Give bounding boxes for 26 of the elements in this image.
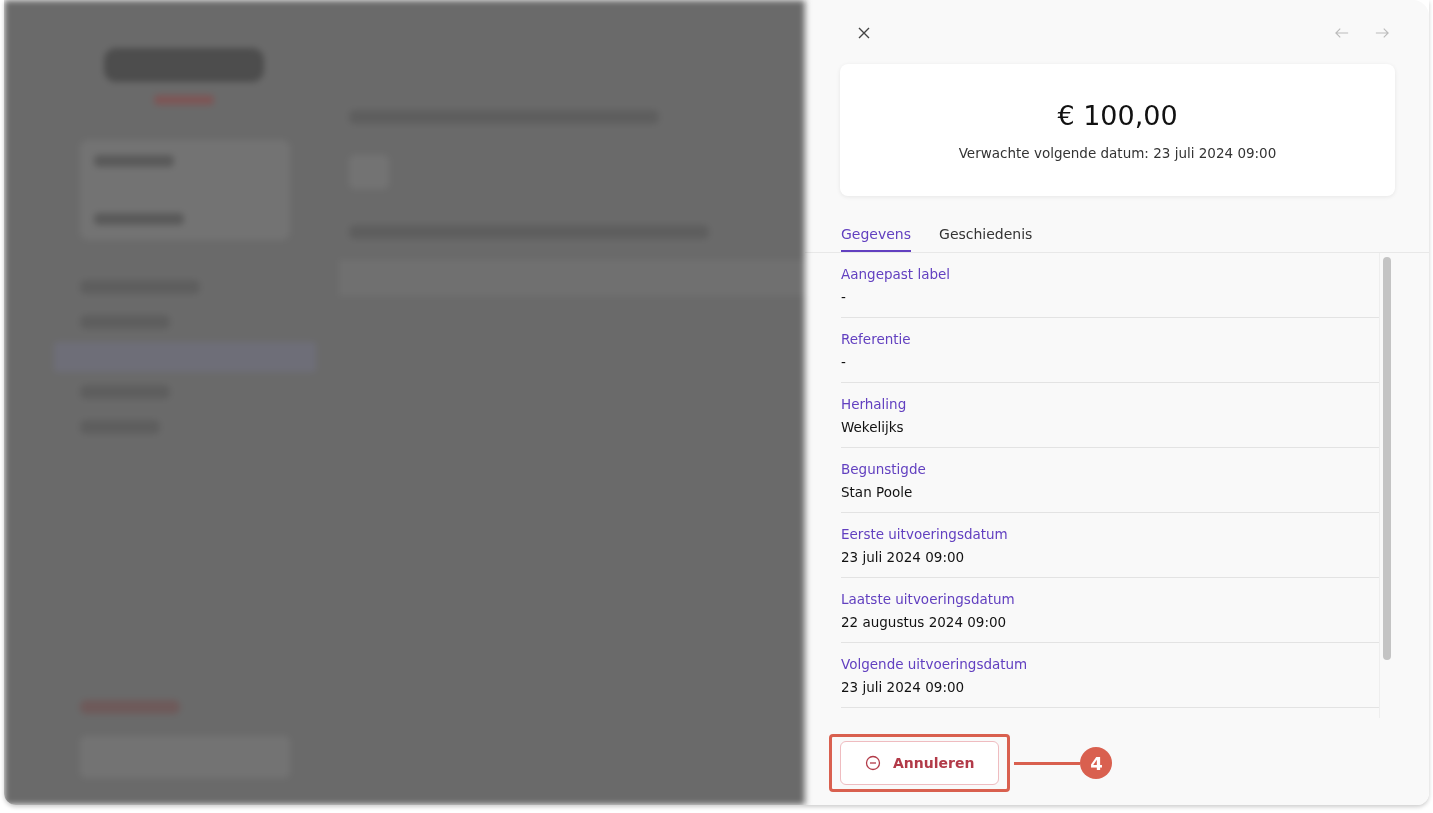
minus-circle-icon: [865, 755, 881, 771]
close-icon[interactable]: [857, 27, 871, 39]
tab[interactable]: Gegevens: [841, 226, 912, 252]
field-label: Herhaling: [841, 395, 908, 412]
amount: € 100,00: [1057, 99, 1178, 131]
next-date-text: Verwachte volgende datum: 23 juli 2024 09:00: [958, 144, 1277, 161]
field-value: Wekelijks: [841, 418, 905, 435]
field-value: -: [841, 288, 847, 305]
callout-badge: 4: [1080, 747, 1113, 779]
field-value: Stan Poole: [841, 483, 914, 500]
field-label: Begunstigde: [841, 460, 927, 477]
tab[interactable]: Geschiedenis: [939, 226, 1033, 252]
field-label: Eerste uitvoeringsdatum: [841, 525, 1009, 542]
arrow-right-icon[interactable]: [1375, 27, 1389, 39]
field-value: 22 augustus 2024 09:00: [841, 613, 1008, 630]
field-value: 23 juli 2024 09:00: [841, 678, 966, 695]
field-value: -: [841, 353, 847, 370]
scrollbar[interactable]: [1379, 253, 1393, 718]
leader-line: [1014, 761, 1081, 765]
field-label: Volgende uitvoeringsdatum: [841, 655, 1029, 672]
field-label: Referentie: [841, 330, 912, 347]
arrow-left-icon[interactable]: [1335, 27, 1349, 39]
field-value: 23 juli 2024 09:00: [841, 548, 966, 565]
field-label: Laatste uitvoeringsdatum: [841, 590, 1016, 607]
field-label: Aangepast label: [841, 265, 952, 282]
cancel-button[interactable]: Annuleren: [840, 741, 1000, 785]
